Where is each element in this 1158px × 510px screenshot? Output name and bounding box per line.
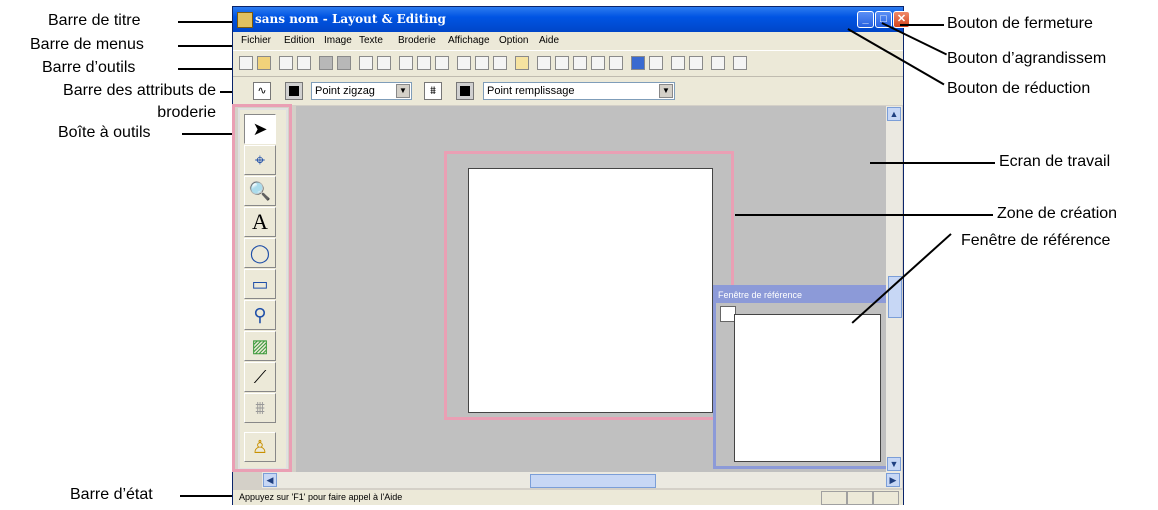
label-work-screen: Ecran de travail xyxy=(999,153,1111,170)
reference-window-title: Fenêtre de référence xyxy=(718,290,803,300)
chevron-down-icon[interactable]: ▼ xyxy=(659,84,673,98)
line-color-icon[interactable] xyxy=(285,82,303,100)
region-color-icon[interactable] xyxy=(456,82,474,100)
status-panel xyxy=(821,491,847,505)
label-reference-window: Fenêtre de référence xyxy=(961,232,1111,249)
scroll-right-icon[interactable]: ▶ xyxy=(886,473,900,487)
new-icon[interactable] xyxy=(239,56,253,70)
label-close-button: Bouton de fermeture xyxy=(947,15,1093,32)
paste-icon[interactable] xyxy=(435,56,449,70)
title-bar[interactable]: sans nom - Layout & Editing _ □ ✕ xyxy=(233,7,910,32)
status-bar: Appuyez sur 'F1' pour faire appel à l'Ai… xyxy=(233,490,903,505)
line-sew-icon[interactable]: ∿ xyxy=(253,82,271,100)
region-sew-type-select[interactable]: Point remplissage ▼ xyxy=(483,82,675,100)
reference-preview xyxy=(734,314,881,462)
horizontal-scroll-thumb[interactable] xyxy=(530,474,656,488)
cut-icon[interactable] xyxy=(399,56,413,70)
status-panel xyxy=(847,491,873,505)
redo-icon[interactable] xyxy=(377,56,391,70)
window-title: sans nom - Layout & Editing xyxy=(255,12,446,26)
stitch-simulator-icon[interactable] xyxy=(631,56,645,70)
text-transform-icon[interactable] xyxy=(591,56,605,70)
menu-texte[interactable]: Texte xyxy=(359,35,383,46)
leader-line xyxy=(220,91,232,93)
leader-line xyxy=(182,133,232,135)
text-fit-icon[interactable] xyxy=(609,56,623,70)
leader-line xyxy=(178,21,232,23)
design-area-highlight xyxy=(444,151,734,420)
design-center-icon[interactable] xyxy=(671,56,685,70)
label-status-bar: Barre d’état xyxy=(70,486,153,503)
flip-horizontal-icon[interactable] xyxy=(457,56,471,70)
leader-line xyxy=(870,162,995,164)
label-minimize-button: Bouton de réduction xyxy=(947,80,1091,97)
label-design-area: Zone de création xyxy=(997,205,1118,222)
write-card-icon[interactable] xyxy=(711,56,725,70)
chevron-down-icon[interactable]: ▼ xyxy=(396,84,410,98)
menu-edition[interactable]: Edition xyxy=(284,35,315,46)
embroidery-attribute-bar: ∿ Point zigzag ▼ ⩩ Point remplissage ▼ xyxy=(233,76,903,105)
minimize-button[interactable]: _ xyxy=(857,11,874,28)
line-sew-type-value: Point zigzag xyxy=(315,85,375,97)
label-menu-bar: Barre de menus xyxy=(30,36,144,53)
reference-window-titlebar[interactable]: Fenêtre de référence xyxy=(716,288,896,303)
label-maximize-button: Bouton d’agrandissem xyxy=(947,50,1107,67)
label-title-bar: Barre de titre xyxy=(48,12,141,29)
leader-line xyxy=(178,68,232,70)
reference-window-icon[interactable] xyxy=(733,56,747,70)
status-text: Appuyez sur 'F1' pour faire appel à l'Ai… xyxy=(239,492,403,502)
menu-option[interactable]: Option xyxy=(499,35,528,46)
region-sew-type-value: Point remplissage xyxy=(487,85,575,97)
vertical-text-icon[interactable] xyxy=(573,56,587,70)
copy-icon[interactable] xyxy=(417,56,431,70)
reference-window[interactable]: Fenêtre de référence xyxy=(713,285,899,469)
magic-wand-icon[interactable] xyxy=(515,56,529,70)
toolbar xyxy=(233,50,903,76)
leader-line xyxy=(178,45,232,47)
menu-affichage[interactable]: Affichage xyxy=(448,35,490,46)
status-panel xyxy=(873,491,899,505)
text-path-icon[interactable] xyxy=(555,56,569,70)
scroll-left-icon[interactable]: ◀ xyxy=(263,473,277,487)
leader-line xyxy=(735,214,993,216)
scroll-down-icon[interactable]: ▼ xyxy=(887,457,901,471)
leader-line xyxy=(900,24,944,26)
preview-icon[interactable] xyxy=(689,56,703,70)
app-icon xyxy=(237,12,253,28)
region-sew-icon[interactable]: ⩩ xyxy=(424,82,442,100)
scroll-up-icon[interactable]: ▲ xyxy=(887,107,901,121)
label-attribute-bar-line1: Barre des attributs de xyxy=(63,82,216,99)
label-toolbox: Boîte à outils xyxy=(58,124,151,141)
label-attribute-bar-line2: broderie xyxy=(157,104,216,121)
menu-fichier[interactable]: Fichier xyxy=(241,35,271,46)
rotate-icon[interactable] xyxy=(493,56,507,70)
abc-text-icon[interactable] xyxy=(537,56,551,70)
menu-broderie[interactable]: Broderie xyxy=(398,35,436,46)
design-property-icon[interactable] xyxy=(649,56,663,70)
export-icon[interactable] xyxy=(297,56,311,70)
horizontal-scrollbar[interactable]: ◀ ▶ xyxy=(262,472,902,488)
line-sew-type-select[interactable]: Point zigzag ▼ xyxy=(311,82,412,100)
save-icon[interactable] xyxy=(319,56,333,70)
toolbox-highlight xyxy=(232,104,292,472)
menu-image[interactable]: Image xyxy=(324,35,352,46)
send-icon[interactable] xyxy=(337,56,351,70)
import-icon[interactable] xyxy=(279,56,293,70)
menu-bar: Fichier Edition Image Texte Broderie Aff… xyxy=(233,32,903,50)
label-toolbar: Barre d’outils xyxy=(42,59,136,76)
menu-aide[interactable]: Aide xyxy=(539,35,559,46)
undo-icon[interactable] xyxy=(359,56,373,70)
flip-vertical-icon[interactable] xyxy=(475,56,489,70)
leader-line xyxy=(180,495,232,497)
open-icon[interactable] xyxy=(257,56,271,70)
